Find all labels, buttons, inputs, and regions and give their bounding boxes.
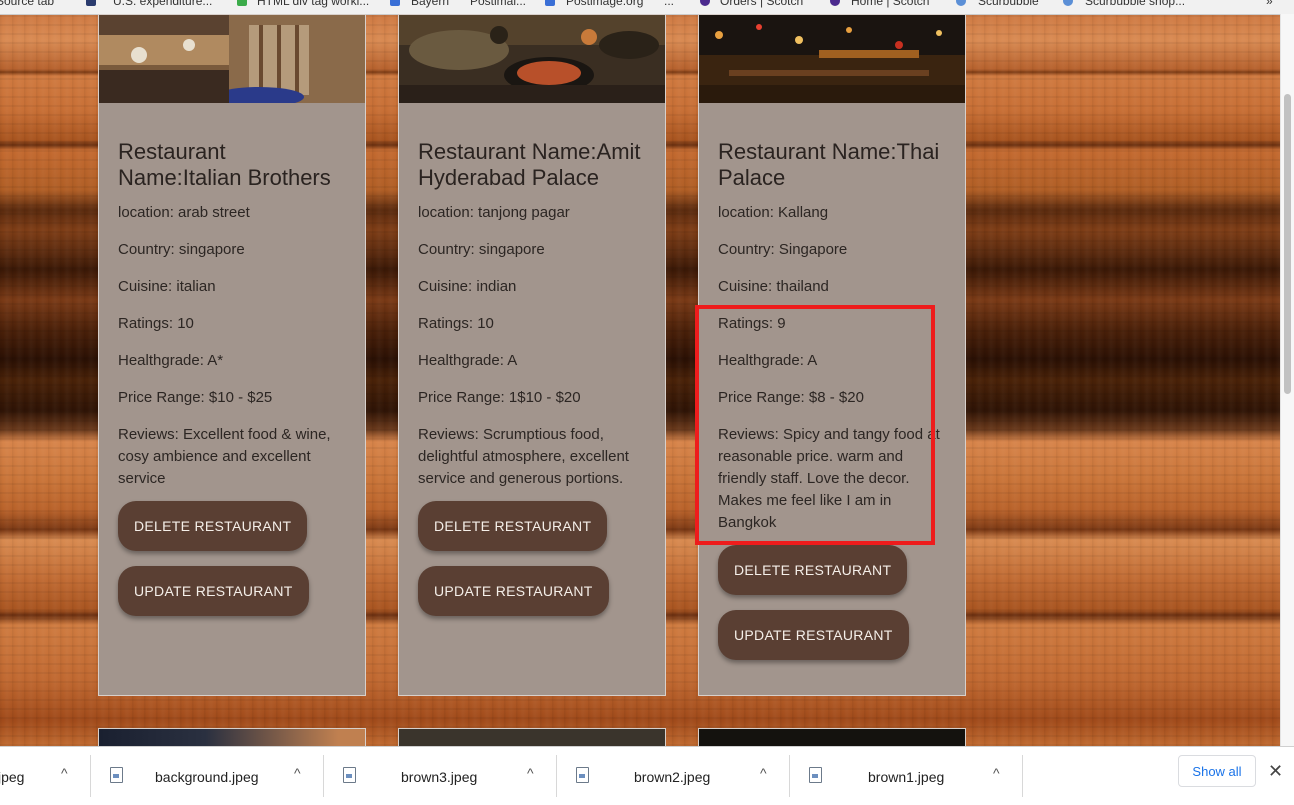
bookmark-item[interactable]: Postimage.org <box>566 0 643 8</box>
download-filename: brown2.jpeg <box>634 769 711 785</box>
download-item[interactable]: brown1.jpeg ^ <box>790 747 1022 805</box>
update-restaurant-button[interactable]: UPDATE RESTAURANT <box>118 566 309 616</box>
download-item[interactable]: brown2.jpeg ^ <box>557 747 789 805</box>
file-icon <box>110 767 123 783</box>
restaurant-card: Restaurant Name:Amit Hyderabad Palace lo… <box>398 14 666 696</box>
restaurant-location: location: tanjong pagar <box>418 204 570 221</box>
restaurant-card: Restaurant Name:Italian Brothers locatio… <box>98 14 366 696</box>
bookmark-item[interactable]: Scurbubble shop... <box>1085 0 1185 8</box>
downloads-bar: jpeg ^ background.jpeg ^ brown3.jpeg ^ b… <box>0 746 1294 805</box>
page-scrollbar[interactable] <box>1280 14 1294 746</box>
restaurant-photo <box>699 15 965 103</box>
restaurant-reviews: Reviews: Spicy and tangy food at reasona… <box>718 426 940 531</box>
bookmark-item[interactable]: HTML div tag worki... <box>257 0 369 8</box>
restaurant-ratings: Ratings: 10 <box>118 315 194 332</box>
bookmarks-bar: Source tab U.S. expenditure... HTML div … <box>0 0 1294 15</box>
bookmark-item[interactable]: Source tab <box>0 0 54 8</box>
chevron-up-icon[interactable]: ^ <box>61 765 68 781</box>
show-all-downloads-button[interactable]: Show all <box>1178 755 1256 787</box>
scrollbar-thumb[interactable] <box>1284 94 1291 394</box>
restaurant-price-range: Price Range: $8 - $20 <box>718 389 864 406</box>
restaurant-country: Country: singapore <box>418 241 545 258</box>
restaurant-photo <box>399 15 665 103</box>
bookmark-favicon-icon <box>700 0 710 6</box>
restaurant-location: location: arab street <box>118 204 250 221</box>
bookmark-favicon-icon <box>390 0 400 6</box>
restaurant-location: location: Kallang <box>718 204 829 221</box>
delete-restaurant-button[interactable]: DELETE RESTAURANT <box>418 501 608 551</box>
file-icon <box>576 767 589 783</box>
update-restaurant-button[interactable]: UPDATE RESTAURANT <box>718 610 909 660</box>
restaurant-details: Restaurant Name:Italian Brothers locatio… <box>118 139 353 631</box>
close-icon[interactable]: ✕ <box>1268 761 1283 782</box>
chevron-up-icon[interactable]: ^ <box>993 765 1000 781</box>
restaurant-cuisine: Cuisine: indian <box>418 278 517 295</box>
chevron-up-icon[interactable]: ^ <box>760 765 767 781</box>
download-filename: background.jpeg <box>155 769 259 785</box>
restaurant-cuisine: Cuisine: thailand <box>718 278 829 295</box>
download-item[interactable]: jpeg ^ <box>0 747 90 805</box>
file-icon <box>809 767 822 783</box>
download-filename: jpeg <box>0 769 25 785</box>
restaurant-price-range: Price Range: 1$10 - $20 <box>418 389 581 406</box>
delete-restaurant-button[interactable]: DELETE RESTAURANT <box>718 545 908 595</box>
bookmark-favicon-icon <box>1063 0 1073 6</box>
restaurant-country: Country: singapore <box>118 241 245 258</box>
chevron-up-icon[interactable]: ^ <box>294 765 301 781</box>
download-filename: brown3.jpeg <box>401 769 478 785</box>
file-icon <box>343 767 356 783</box>
restaurant-name: Restaurant Name:Amit Hyderabad Palace <box>418 139 641 190</box>
restaurant-country: Country: Singapore <box>718 241 848 258</box>
restaurant-name: Restaurant Name:Thai Palace <box>718 139 940 190</box>
download-item[interactable]: brown3.jpeg ^ <box>324 747 556 805</box>
chevron-up-icon[interactable]: ^ <box>527 765 534 781</box>
restaurant-reviews: Reviews: Scrumptious food, delightful at… <box>418 426 629 487</box>
bookmark-item[interactable]: ... <box>664 0 674 8</box>
bookmark-item[interactable]: U.S. expenditure... <box>113 0 212 8</box>
bookmark-favicon-icon <box>86 0 96 6</box>
restaurant-name: Restaurant Name:Italian Brothers <box>118 139 331 190</box>
bookmark-item[interactable]: Bayern <box>411 0 449 8</box>
restaurant-healthgrade: Healthgrade: A* <box>118 352 224 369</box>
bookmark-item[interactable]: Home | Scotch <box>851 0 929 8</box>
update-restaurant-button[interactable]: UPDATE RESTAURANT <box>418 566 609 616</box>
restaurant-card: Restaurant Name:Thai Palace location: Ka… <box>698 14 966 696</box>
restaurant-reviews: Reviews: Excellent food & wine, cosy amb… <box>118 426 331 487</box>
bookmark-item[interactable]: Scurbubble <box>978 0 1039 8</box>
bookmarks-overflow-icon[interactable]: » <box>1266 0 1273 8</box>
restaurant-price-range: Price Range: $10 - $25 <box>118 389 273 406</box>
delete-restaurant-button[interactable]: DELETE RESTAURANT <box>118 501 308 551</box>
restaurant-cuisine: Cuisine: italian <box>118 278 216 295</box>
bookmark-favicon-icon <box>545 0 555 6</box>
divider <box>1022 755 1023 797</box>
restaurant-ratings: Ratings: 10 <box>418 315 494 332</box>
restaurant-details: Restaurant Name:Thai Palace location: Ka… <box>718 139 953 675</box>
restaurant-photo <box>99 15 365 103</box>
restaurant-healthgrade: Healthgrade: A <box>418 352 518 369</box>
bookmark-favicon-icon <box>237 0 247 6</box>
bookmark-item[interactable]: Orders | Scotch <box>720 0 803 8</box>
bookmark-item[interactable]: Postimal... <box>470 0 526 8</box>
bookmark-favicon-icon <box>830 0 840 6</box>
restaurant-ratings: Ratings: 9 <box>718 315 786 332</box>
download-filename: brown1.jpeg <box>868 769 945 785</box>
restaurant-details: Restaurant Name:Amit Hyderabad Palace lo… <box>418 139 653 631</box>
download-item[interactable]: background.jpeg ^ <box>91 747 323 805</box>
restaurant-healthgrade: Healthgrade: A <box>718 352 818 369</box>
bookmark-favicon-icon <box>956 0 966 6</box>
